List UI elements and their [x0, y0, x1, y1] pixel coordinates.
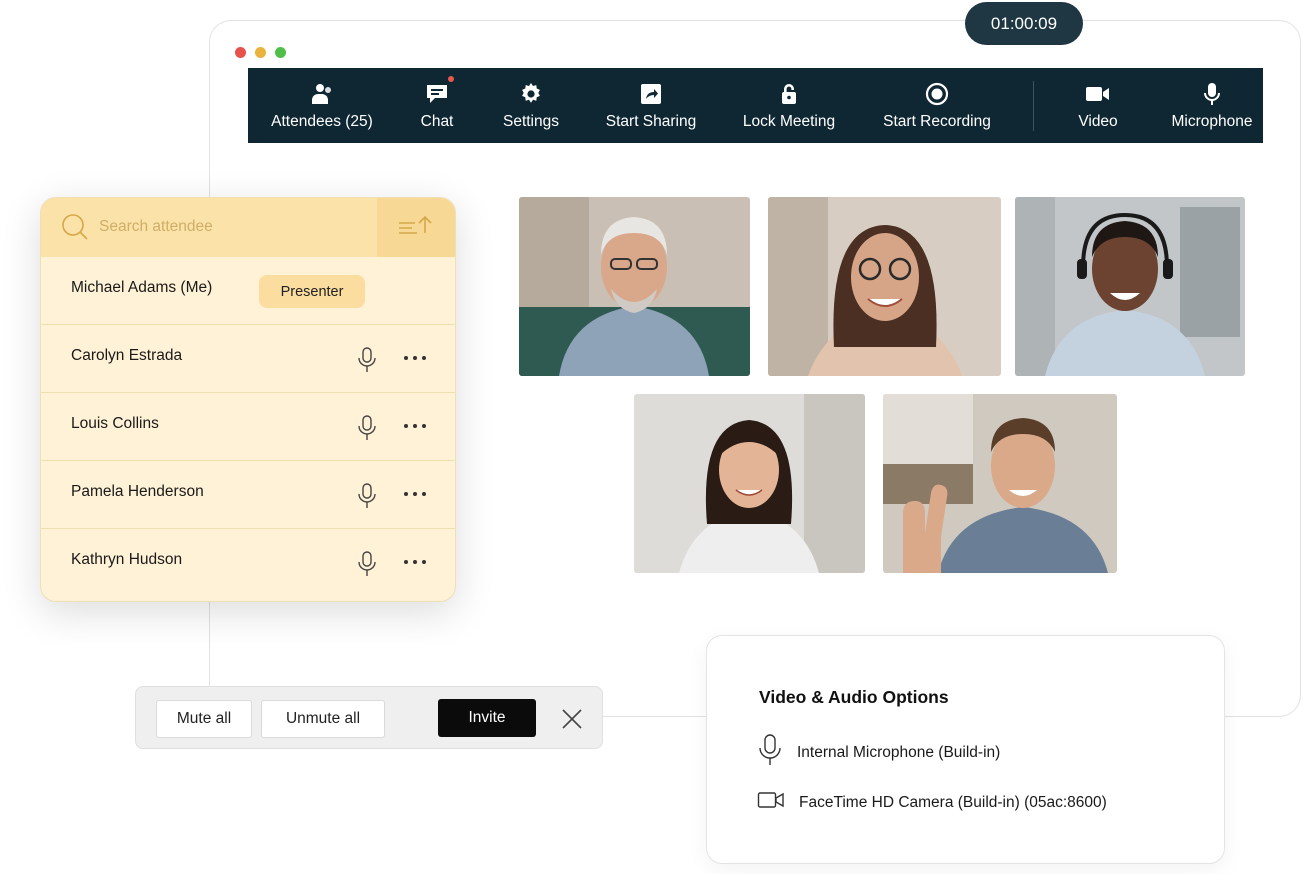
lock-meeting-button[interactable]: Lock Meeting [741, 68, 837, 143]
participant-video-2 [768, 197, 1001, 376]
close-icon[interactable] [560, 707, 584, 731]
participant-video-1 [519, 197, 750, 376]
attendees-icon [309, 81, 335, 107]
chat-notification-dot [448, 75, 454, 82]
chat-label: Chat [420, 112, 454, 130]
microphone-icon[interactable] [357, 551, 377, 582]
invite-button[interactable]: Invite [438, 699, 536, 737]
microphone-button[interactable]: Microphone [1170, 68, 1254, 143]
attendee-row[interactable]: Louis Collins [41, 393, 455, 461]
attendee-row[interactable]: Carolyn Estrada [41, 325, 455, 393]
attendee-panel: Michael Adams (Me) Presenter Carolyn Est… [40, 197, 456, 602]
start-sharing-label: Start Sharing [605, 112, 697, 130]
search-icon [61, 213, 89, 246]
sort-ascending-icon [397, 214, 435, 241]
meeting-timer: 01:00:09 [965, 2, 1083, 45]
start-recording-button[interactable]: Start Recording [881, 68, 993, 143]
more-options-icon[interactable] [404, 560, 426, 564]
video-tile[interactable] [768, 197, 1001, 376]
mute-all-button[interactable]: Mute all [156, 700, 252, 738]
camera-option[interactable]: FaceTime HD Camera (Build-in) (05ac:8600… [757, 790, 1107, 815]
attendee-name: Pamela Henderson [71, 483, 204, 500]
start-sharing-button[interactable]: Start Sharing [605, 68, 697, 143]
more-options-icon[interactable] [404, 424, 426, 428]
attendee-row[interactable]: Pamela Henderson [41, 461, 455, 529]
attendee-name: Carolyn Estrada [71, 347, 183, 364]
attendees-label: Attendees (25) [271, 112, 373, 130]
settings-label: Settings [502, 112, 559, 130]
attendee-action-bar: Mute all Unmute all Invite [135, 686, 603, 749]
more-options-icon[interactable] [404, 492, 426, 496]
share-icon [638, 81, 664, 107]
microphone-label: Microphone [1171, 112, 1253, 130]
attendees-button[interactable]: Attendees (25) [270, 68, 374, 143]
search-attendee-input[interactable] [99, 210, 399, 244]
maximize-window-button[interactable] [275, 47, 286, 58]
attendee-row[interactable]: Kathryn Hudson [41, 529, 455, 597]
participant-video-4 [634, 394, 865, 573]
attendee-row[interactable]: Michael Adams (Me) Presenter [41, 257, 455, 325]
video-tile[interactable] [519, 197, 750, 376]
lock-meeting-label: Lock Meeting [742, 112, 836, 130]
video-audio-options-card: Video & Audio Options Internal Microphon… [706, 635, 1225, 864]
chat-icon [424, 75, 454, 107]
microphone-icon[interactable] [357, 415, 377, 446]
microphone-option[interactable]: Internal Microphone (Build-in) [757, 734, 1000, 771]
window-controls [235, 47, 286, 58]
microphone-device-label: Internal Microphone (Build-in) [797, 743, 1001, 761]
presenter-badge: Presenter [259, 275, 365, 308]
av-options-title: Video & Audio Options [759, 687, 949, 707]
participant-video-5 [883, 394, 1117, 573]
meeting-toolbar: Attendees (25) Chat Settings Start Shari… [248, 68, 1263, 143]
video-label: Video [1078, 112, 1118, 130]
camera-device-label: FaceTime HD Camera (Build-in) (05ac:8600… [799, 793, 1107, 811]
video-button[interactable]: Video [1070, 68, 1126, 143]
microphone-icon [1199, 81, 1225, 107]
settings-button[interactable]: Settings [499, 68, 563, 143]
start-recording-label: Start Recording [883, 112, 991, 130]
attendee-search-bar [41, 198, 455, 257]
lock-icon [776, 81, 802, 107]
close-window-button[interactable] [235, 47, 246, 58]
chat-button[interactable]: Chat [412, 68, 462, 143]
microphone-icon [757, 734, 783, 771]
record-icon [924, 81, 950, 107]
more-options-icon[interactable] [404, 356, 426, 360]
video-camera-icon [1085, 81, 1111, 107]
minimize-window-button[interactable] [255, 47, 266, 58]
microphone-icon[interactable] [357, 347, 377, 378]
microphone-icon[interactable] [357, 483, 377, 514]
gear-icon [518, 81, 544, 107]
participant-video-3 [1015, 197, 1245, 376]
unmute-all-button[interactable]: Unmute all [261, 700, 385, 738]
attendee-name: Louis Collins [71, 415, 159, 432]
toolbar-divider [1033, 80, 1034, 131]
video-tile[interactable] [1015, 197, 1245, 376]
video-tile[interactable] [883, 394, 1117, 573]
video-camera-icon [757, 790, 785, 815]
meeting-screen: 01:00:09 Attendees (25) Chat Settings St… [0, 0, 1303, 874]
attendee-name: Michael Adams (Me) [71, 279, 213, 296]
sort-button[interactable] [377, 198, 455, 257]
attendee-name: Kathryn Hudson [71, 551, 183, 568]
video-tile[interactable] [634, 394, 865, 573]
